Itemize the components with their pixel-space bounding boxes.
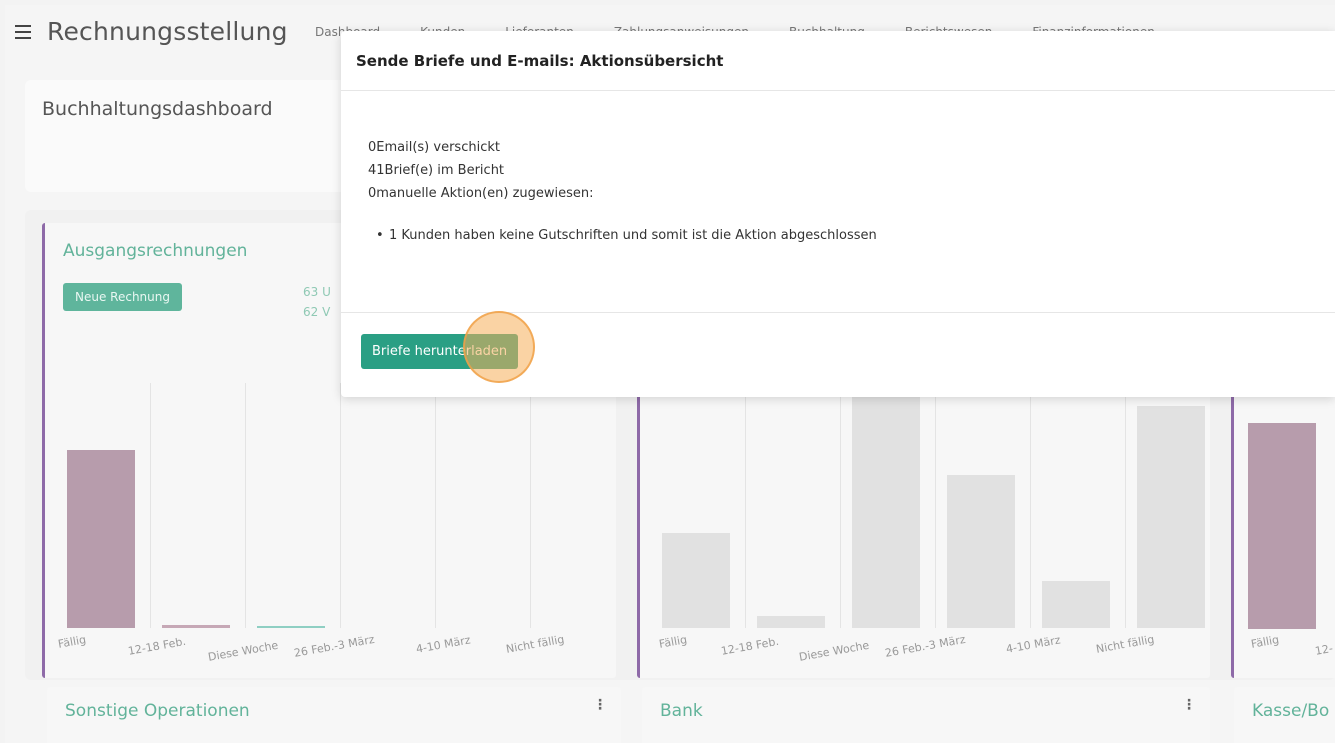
manual-actions-text: 0manuelle Aktion(en) zugewiesen:	[368, 186, 594, 201]
download-letters-button[interactable]: Briefe herunterladen	[361, 334, 519, 369]
modal-title: Sende Briefe und E-mails: Aktionsübersic…	[356, 52, 724, 70]
letters-in-report-text: 41Brief(e) im Bericht	[368, 163, 505, 178]
action-summary-modal: Sende Briefe und E-mails: Aktionsübersic…	[341, 31, 1335, 397]
modal-header: Sende Briefe und E-mails: Aktionsübersic…	[341, 31, 1335, 91]
list-item: 1 Kunden haben keine Gutschriften und so…	[376, 228, 877, 243]
modal-body: 0Email(s) verschickt 41Brief(e) im Beric…	[341, 91, 1335, 313]
emails-sent-text: 0Email(s) verschickt	[368, 140, 500, 155]
modal-footer: Briefe herunterladen	[341, 314, 1335, 397]
